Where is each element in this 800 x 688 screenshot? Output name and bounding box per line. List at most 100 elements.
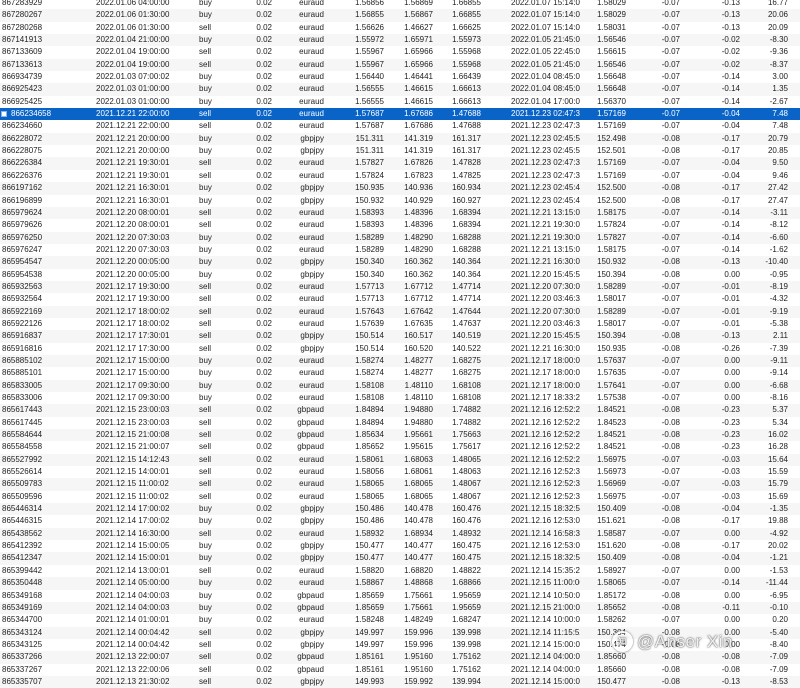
table-row[interactable]: 865885102 2021.12.17 15:00:00 buy 0.02 eurau…: [0, 354, 800, 368]
table-row-selected[interactable]: 866234658 2021.12.21 22:00:00 sell 0.02 eura…: [0, 108, 800, 121]
table-row[interactable]: 865412392 2021.12.14 15:00:05 buy 0.02 gbpjp…: [0, 540, 800, 552]
cell-close-time: 2021.12.23 02:45:48: [511, 183, 580, 193]
table-row[interactable]: 865509596 2021.12.15 11:00:02 sell 0.02 eura…: [0, 491, 800, 503]
cell-symbol: gbpjpy: [300, 541, 324, 551]
table-row[interactable]: 865617445 2021.12.15 23:00:03 sell 0.02 gbpa…: [0, 417, 800, 429]
cell-type: sell: [199, 207, 212, 217]
table-row[interactable]: 866226376 2021.12.21 19:30:01 sell 0.02 eura…: [0, 170, 800, 182]
table-row[interactable]: 865976247 2021.12.20 07:30:03 buy 0.02 eurau…: [0, 244, 800, 256]
table-row[interactable]: 866196899 2021.12.21 16:30:01 buy 0.02 gbpjp…: [0, 195, 800, 207]
table-row[interactable]: 865349169 2021.12.14 04:00:03 buy 0.02 gbpau…: [0, 601, 800, 615]
table-row[interactable]: 866925425 2022.01.03 01:00:00 buy 0.02 eurau…: [0, 96, 800, 108]
cell-open-price: 150.932: [355, 195, 384, 205]
table-row[interactable]: 865979624 2021.12.20 08:00:01 sell 0.02 eura…: [0, 206, 800, 220]
table-row[interactable]: 866228075 2021.12.21 20:00:00 buy 0.02 gbpjp…: [0, 145, 800, 157]
cell-commission: -0.08: [661, 146, 680, 156]
table-row[interactable]: 865916837 2021.12.17 17:30:01 sell 0.02 gbpj…: [0, 330, 800, 343]
table-row[interactable]: 865833006 2021.12.17 09:30:00 buy 0.02 eurau…: [0, 392, 800, 404]
table-row[interactable]: 865526614 2021.12.15 14:00:01 sell 0.02 eura…: [0, 466, 800, 478]
cell-swap: -0.04: [721, 121, 740, 131]
table-row[interactable]: 865335707 2021.12.13 21:30:02 sell 0.02 gbpj…: [0, 675, 800, 688]
cell-open-time: 2021.12.14 04:00:03: [96, 590, 170, 600]
cell-type: sell: [199, 528, 212, 538]
cell-close-time: 2021.12.14 04:00:02: [511, 664, 580, 674]
table-row[interactable]: 865916816 2021.12.17 17:30:00 sell 0.02 gbpj…: [0, 343, 800, 355]
cell-swap: -0.01: [721, 318, 740, 328]
cell-stop-loss: 140.477: [404, 553, 433, 563]
cell-volume: 0.02: [256, 676, 272, 686]
table-row[interactable]: 865584644 2021.12.15 21:00:08 sell 0.02 gbpa…: [0, 429, 800, 442]
cell-open-price: 150.935: [355, 183, 384, 193]
cell-close-time: 2021.12.21 13:15:04: [511, 207, 580, 217]
cell-stop-loss: 1.94880: [404, 417, 433, 427]
cell-symbol: euraud: [299, 380, 324, 390]
table-row[interactable]: 865337266 2021.12.13 22:00:07 sell 0.02 gbpa…: [0, 651, 800, 664]
cell-close-time: 2022.01.04 08:45:07: [511, 72, 580, 82]
table-row[interactable]: 865584558 2021.12.15 21:00:07 sell 0.02 gbpa…: [0, 441, 800, 453]
table-row[interactable]: 865976250 2021.12.20 07:30:03 buy 0.02 eurau…: [0, 231, 800, 244]
table-row[interactable]: 865979626 2021.12.20 08:00:01 sell 0.02 eura…: [0, 219, 800, 231]
table-row[interactable]: 865954547 2021.12.20 00:05:00 buy 0.02 gbpjp…: [0, 256, 800, 269]
table-row[interactable]: 865446315 2021.12.14 17:00:02 buy 0.02 gbpjp…: [0, 515, 800, 527]
cell-stop-loss: 159.996: [404, 639, 433, 649]
table-row[interactable]: 866197162 2021.12.21 16:30:01 buy 0.02 gbpjp…: [0, 182, 800, 195]
table-row[interactable]: 867283929 2022.01.06 04:00:00 buy 0.02 eurau…: [0, 0, 800, 9]
table-row[interactable]: 865527992 2021.12.15 14:12:43 sell 0.02 eura…: [0, 453, 800, 467]
cell-profit: -4.92: [769, 528, 788, 538]
cell-type: sell: [199, 331, 212, 341]
table-row[interactable]: 865885101 2021.12.17 15:00:00 buy 0.02 eurau…: [0, 367, 800, 379]
cell-order-id: 865344700: [2, 615, 43, 625]
cell-open-price: 1.84894: [355, 417, 384, 427]
cell-order-id: 865335707: [2, 676, 43, 686]
table-row[interactable]: 865954538 2021.12.20 00:05:00 buy 0.02 gbpjp…: [0, 269, 800, 281]
table-row[interactable]: 865438562 2021.12.14 16:30:00 sell 0.02 eura…: [0, 527, 800, 541]
cell-volume: 0.02: [256, 528, 272, 538]
cell-open-price: 1.85659: [355, 590, 384, 600]
cell-stop-loss: 1.67686: [404, 109, 433, 119]
table-row[interactable]: 866226384 2021.12.21 19:30:01 sell 0.02 eura…: [0, 157, 800, 170]
cell-swap: -0.14: [721, 72, 740, 82]
cell-stop-loss: 1.46441: [404, 72, 433, 82]
cell-stop-loss: 1.94880: [404, 405, 433, 415]
table-row[interactable]: 865412347 2021.12.14 15:00:01 buy 0.02 gbpjp…: [0, 552, 800, 565]
cell-close-time: 2022.01.05 21:45:00: [511, 59, 580, 69]
table-row[interactable]: 866228072 2021.12.21 20:00:00 buy 0.02 gbpjp…: [0, 132, 800, 146]
table-row[interactable]: 867133613 2022.01.04 19:00:00 sell 0.02 eura…: [0, 58, 800, 72]
table-row[interactable]: 867280268 2022.01.06 01:30:00 sell 0.02 eura…: [0, 22, 800, 34]
table-row[interactable]: 865932564 2021.12.17 19:30:00 sell 0.02 eura…: [0, 293, 800, 305]
table-row[interactable]: 865922169 2021.12.17 18:00:02 sell 0.02 eura…: [0, 305, 800, 318]
table-row[interactable]: 865399442 2021.12.14 13:00:01 sell 0.02 eura…: [0, 565, 800, 577]
table-row[interactable]: 867280267 2022.01.06 01:30:00 buy 0.02 eurau…: [0, 9, 800, 22]
cell-close-time: 2022.01.05 22:45:00: [511, 47, 580, 57]
table-row[interactable]: 865922126 2021.12.17 18:00:02 sell 0.02 eura…: [0, 318, 800, 330]
table-row[interactable]: 865509783 2021.12.15 11:00:02 sell 0.02 eura…: [0, 478, 800, 491]
cell-stop-loss: 1.95160: [404, 652, 433, 662]
cell-open-price: 1.58393: [355, 220, 384, 230]
table-row[interactable]: 867141913 2022.01.04 21:00:00 buy 0.02 eurau…: [0, 34, 800, 47]
cell-type: buy: [199, 578, 212, 588]
cell-symbol: euraud: [299, 22, 324, 32]
cell-close-time: 2021.12.16 12:52:27: [511, 430, 580, 440]
cell-stop-loss: 141.319: [404, 133, 433, 143]
table-row[interactable]: 865344700 2021.12.14 01:00:01 buy 0.02 eurau…: [0, 614, 800, 626]
cell-symbol: euraud: [299, 528, 324, 538]
table-row[interactable]: 865833005 2021.12.17 09:30:00 buy 0.02 eurau…: [0, 379, 800, 392]
cell-commission: -0.07: [661, 380, 680, 390]
table-row[interactable]: 865617443 2021.12.15 23:00:03 sell 0.02 gbpa…: [0, 404, 800, 417]
table-row[interactable]: 865446314 2021.12.14 17:00:02 buy 0.02 gbpjp…: [0, 503, 800, 516]
table-row[interactable]: 867133609 2022.01.04 19:00:00 sell 0.02 eura…: [0, 46, 800, 58]
table-row[interactable]: 866934739 2022.01.03 07:00:02 buy 0.02 eurau…: [0, 71, 800, 83]
cell-stop-loss: 1.48868: [404, 578, 433, 588]
cell-take-profit: 139.994: [452, 676, 481, 686]
cell-order-id: 866228075: [2, 146, 43, 156]
table-row[interactable]: 866234660 2021.12.21 22:00:00 sell 0.02 eura…: [0, 120, 800, 132]
cell-open-price: 1.57687: [355, 121, 384, 131]
cell-type: buy: [199, 0, 212, 7]
table-row[interactable]: 866925423 2022.01.03 01:00:00 buy 0.02 eurau…: [0, 83, 800, 96]
table-row[interactable]: 865337267 2021.12.13 22:00:06 sell 0.02 gbpa…: [0, 664, 800, 676]
table-row[interactable]: 865350448 2021.12.14 05:00:00 buy 0.02 eurau…: [0, 577, 800, 590]
table-row[interactable]: 865349168 2021.12.14 04:00:03 buy 0.02 gbpau…: [0, 590, 800, 602]
table-row[interactable]: 865932563 2021.12.17 19:30:00 sell 0.02 eura…: [0, 280, 800, 294]
cell-open-time: 2021.12.20 00:05:00: [96, 257, 170, 267]
cell-symbol: gbpaud: [297, 442, 324, 452]
